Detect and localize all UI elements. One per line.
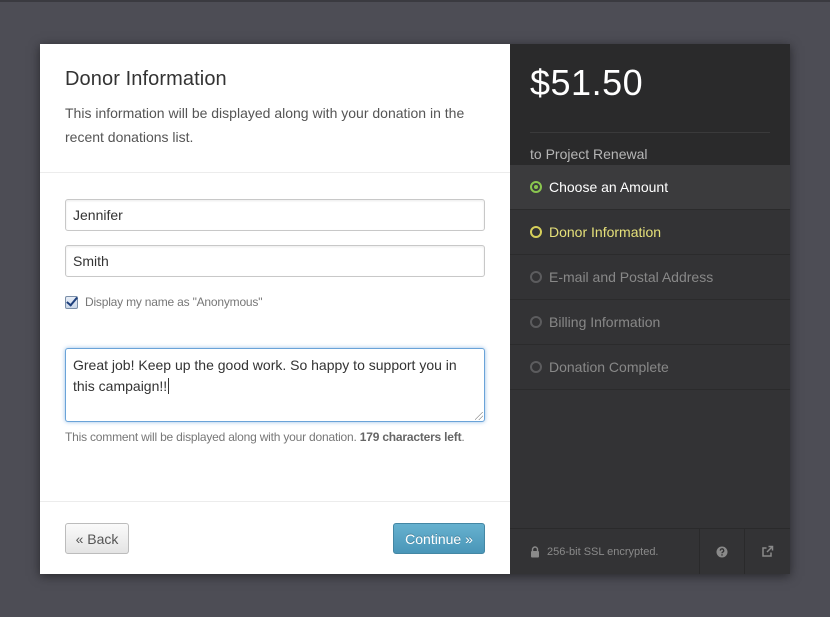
page-backdrop bbox=[0, 0, 830, 2]
sidebar-footer: 256-bit SSL encrypted. bbox=[510, 528, 790, 574]
donation-modal: Donor Information This information will … bbox=[40, 44, 790, 574]
ssl-text: 256-bit SSL encrypted. bbox=[547, 545, 659, 558]
project-name: to Project Renewal bbox=[530, 146, 648, 162]
step-email-postal: E-mail and Postal Address bbox=[510, 255, 790, 300]
step-label: Billing Information bbox=[549, 314, 661, 330]
donation-amount: $51.50 bbox=[530, 62, 644, 103]
donor-form: Display my name as "Anonymous" Great job… bbox=[40, 173, 510, 444]
external-link-icon bbox=[762, 545, 774, 557]
form-footer: « Back Continue » bbox=[40, 501, 510, 574]
step-pending-icon bbox=[530, 316, 542, 328]
donor-info-header: Donor Information This information will … bbox=[40, 44, 510, 173]
summary-divider bbox=[530, 132, 770, 133]
help-icon bbox=[716, 546, 728, 557]
comment-help-text: This comment will be displayed along wit… bbox=[65, 430, 485, 444]
step-complete-icon bbox=[530, 181, 542, 193]
step-current-icon bbox=[530, 226, 542, 238]
step-billing-information: Billing Information bbox=[510, 300, 790, 345]
first-name-input[interactable] bbox=[65, 199, 485, 231]
progress-steps: Choose an Amount Donor Information E-mai… bbox=[510, 165, 790, 390]
step-label: Choose an Amount bbox=[549, 179, 669, 195]
resize-handle[interactable] bbox=[475, 412, 483, 420]
step-label: Donor Information bbox=[549, 224, 662, 240]
comment-textarea[interactable]: Great job! Keep up the good work. So hap… bbox=[65, 348, 485, 422]
step-pending-icon bbox=[530, 271, 542, 283]
last-name-input[interactable] bbox=[65, 245, 485, 277]
comment-field-wrapper: Great job! Keep up the good work. So hap… bbox=[65, 348, 485, 422]
open-new-window-button[interactable] bbox=[745, 529, 790, 574]
anonymous-label: Display my name as "Anonymous" bbox=[85, 295, 263, 309]
step-choose-amount[interactable]: Choose an Amount bbox=[510, 165, 790, 210]
page-title: Donor Information bbox=[65, 68, 227, 90]
lock-icon bbox=[531, 545, 539, 557]
page-description: This information will be displayed along… bbox=[65, 105, 465, 145]
step-label: Donation Complete bbox=[549, 359, 669, 375]
comment-text: Great job! Keep up the good work. So hap… bbox=[73, 357, 457, 394]
donor-info-pane: Donor Information This information will … bbox=[40, 44, 510, 574]
step-donation-complete: Donation Complete bbox=[510, 345, 790, 390]
help-button[interactable] bbox=[700, 529, 745, 574]
step-pending-icon bbox=[530, 361, 542, 373]
anonymous-checkbox[interactable] bbox=[65, 295, 78, 309]
help-text-period: . bbox=[461, 430, 465, 444]
step-donor-information: Donor Information bbox=[510, 210, 790, 255]
anonymous-option[interactable]: Display my name as "Anonymous" bbox=[65, 294, 485, 310]
back-button[interactable]: « Back bbox=[65, 523, 129, 554]
donation-sidebar: $51.50 to Project Renewal Choose an Amou… bbox=[510, 44, 790, 574]
step-label: E-mail and Postal Address bbox=[549, 269, 714, 285]
ssl-notice: 256-bit SSL encrypted. bbox=[510, 529, 700, 574]
donation-summary: $51.50 to Project Renewal bbox=[510, 44, 790, 165]
text-cursor bbox=[168, 378, 170, 394]
continue-button[interactable]: Continue » bbox=[393, 523, 485, 554]
characters-left: 179 characters left bbox=[359, 430, 462, 444]
comment-help-message: This comment will be displayed along wit… bbox=[65, 430, 357, 444]
